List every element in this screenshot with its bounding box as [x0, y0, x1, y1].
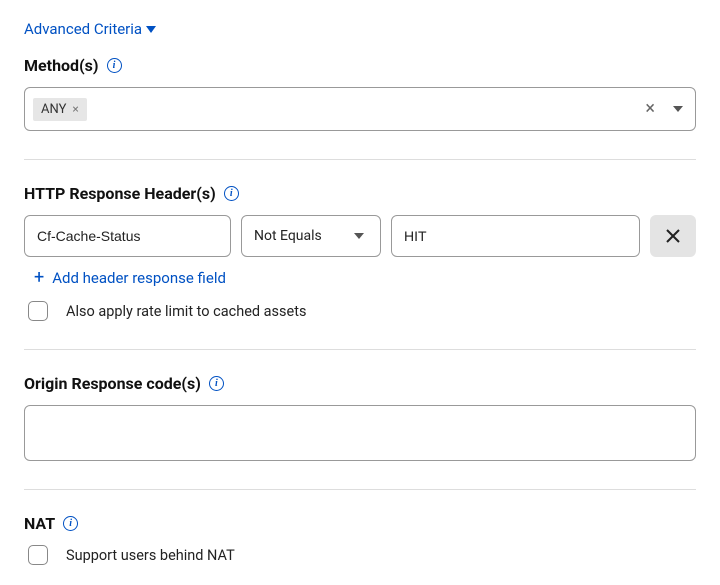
methods-label-text: Method(s)	[24, 56, 99, 75]
divider	[24, 349, 696, 350]
info-icon[interactable]	[224, 186, 239, 201]
nat-label-text: NAT	[24, 514, 55, 533]
info-icon[interactable]	[63, 516, 78, 531]
close-icon[interactable]: ×	[72, 103, 78, 115]
info-icon[interactable]	[209, 376, 224, 391]
add-header-button[interactable]: + Add header response field	[34, 269, 696, 287]
advanced-criteria-toggle[interactable]: Advanced Criteria	[24, 20, 696, 38]
header-name-input[interactable]	[24, 215, 231, 257]
method-chip-label: ANY	[41, 102, 66, 117]
plus-icon: +	[34, 269, 44, 287]
header-value-input[interactable]	[391, 215, 640, 257]
methods-label: Method(s)	[24, 56, 696, 75]
clear-all-icon[interactable]: ×	[639, 100, 661, 118]
http-headers-label-text: HTTP Response Header(s)	[24, 184, 216, 203]
header-operator-select[interactable]: Not Equals	[241, 215, 381, 257]
add-header-label: Add header response field	[52, 269, 226, 287]
cached-assets-checkbox[interactable]	[28, 301, 48, 321]
cached-assets-label: Also apply rate limit to cached assets	[66, 303, 306, 320]
nat-support-label: Support users behind NAT	[66, 547, 235, 564]
method-chip[interactable]: ANY ×	[33, 98, 87, 121]
divider	[24, 159, 696, 160]
advanced-criteria-label: Advanced Criteria	[24, 20, 142, 38]
http-headers-label: HTTP Response Header(s)	[24, 184, 696, 203]
header-operator-value: Not Equals	[254, 228, 322, 244]
chevron-down-icon[interactable]	[673, 106, 683, 112]
info-icon[interactable]	[107, 58, 122, 73]
remove-header-button[interactable]	[650, 215, 696, 257]
methods-select[interactable]: ANY × ×	[24, 87, 696, 131]
nat-row: Support users behind NAT	[28, 545, 696, 565]
nat-checkbox[interactable]	[28, 545, 48, 565]
nat-label: NAT	[24, 514, 696, 533]
header-rule-row: Not Equals	[24, 215, 696, 257]
origin-codes-input[interactable]	[24, 405, 696, 461]
close-icon	[665, 228, 681, 244]
origin-codes-label-text: Origin Response code(s)	[24, 374, 201, 393]
chevron-down-icon	[354, 233, 364, 239]
caret-down-icon	[146, 26, 156, 33]
origin-codes-label: Origin Response code(s)	[24, 374, 696, 393]
cached-assets-row: Also apply rate limit to cached assets	[28, 301, 696, 321]
divider	[24, 489, 696, 490]
